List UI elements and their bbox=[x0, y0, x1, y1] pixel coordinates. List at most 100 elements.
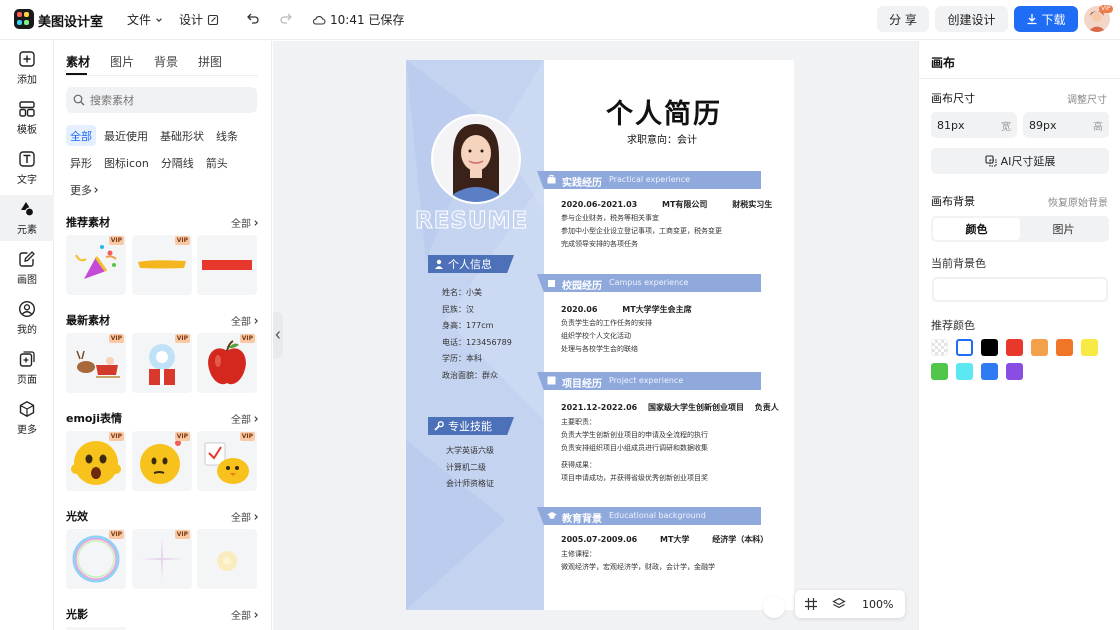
undo-icon[interactable] bbox=[246, 11, 260, 25]
help-button[interactable] bbox=[763, 596, 785, 618]
width-field[interactable]: 81px 宽 bbox=[931, 112, 1017, 138]
resume-photo[interactable] bbox=[431, 114, 521, 204]
wrench-icon bbox=[434, 421, 444, 431]
asset-red-apple[interactable]: VIP bbox=[197, 333, 257, 393]
current-bg-color-field[interactable] bbox=[932, 277, 1108, 302]
resume-page[interactable]: RESUME 个人信息 姓名：小美 民族：汉 身高：177cm 电话：12345… bbox=[406, 60, 794, 610]
file-menu[interactable]: 文件 bbox=[127, 11, 163, 28]
asset-bubble-ring[interactable]: VIP bbox=[66, 529, 126, 589]
swatch-black[interactable] bbox=[981, 339, 998, 356]
tab-materials[interactable]: 素材 bbox=[66, 53, 90, 70]
chevron-right-icon bbox=[254, 317, 258, 324]
adjust-size-link[interactable]: 调整尺寸 bbox=[1067, 91, 1107, 106]
asset-red-bar[interactable] bbox=[197, 235, 257, 295]
tab-collage[interactable]: 拼图 bbox=[198, 53, 222, 70]
head-role: 负责人 bbox=[754, 403, 779, 412]
section-title: 实践经历 bbox=[562, 178, 602, 189]
app-logo-icon[interactable] bbox=[14, 9, 34, 29]
asset-thinking-emoji[interactable]: VIP bbox=[132, 431, 192, 491]
chip-all[interactable]: 全部 bbox=[66, 125, 96, 146]
seg-image[interactable]: 图片 bbox=[1020, 218, 1107, 240]
swatch-cyan[interactable] bbox=[956, 363, 973, 380]
redo-icon[interactable] bbox=[279, 11, 293, 25]
seg-color[interactable]: 颜色 bbox=[933, 218, 1020, 240]
swatch-yellow[interactable] bbox=[1081, 339, 1098, 356]
list-icon bbox=[547, 376, 556, 385]
bg-type-switch: 颜色 图片 bbox=[931, 216, 1109, 242]
collapse-panel-handle[interactable] bbox=[273, 312, 283, 358]
nav-item-mine[interactable]: 我的 bbox=[0, 295, 54, 341]
nav-label-elements: 元素 bbox=[17, 225, 37, 236]
download-button[interactable]: 下载 bbox=[1014, 6, 1078, 32]
vip-badge: VIP bbox=[108, 432, 124, 441]
swatch-red[interactable] bbox=[1006, 339, 1023, 356]
nav-item-elements[interactable]: 元素 bbox=[0, 195, 54, 241]
create-design-button[interactable]: 创建设计 bbox=[935, 6, 1008, 32]
grid-icon[interactable] bbox=[804, 597, 818, 611]
nav-item-more[interactable]: 更多 bbox=[0, 395, 54, 441]
chip-recent[interactable]: 最近使用 bbox=[100, 125, 152, 146]
asset-yellow-brush-stroke[interactable]: VIP bbox=[132, 235, 192, 295]
swatch-transparent[interactable] bbox=[931, 339, 948, 356]
chip-lines[interactable]: 线条 bbox=[212, 125, 242, 146]
swatch-white[interactable] bbox=[956, 339, 973, 356]
download-icon bbox=[1027, 14, 1037, 25]
chip-dividers[interactable]: 分隔线 bbox=[157, 152, 198, 173]
swatch-light-orange[interactable] bbox=[1031, 339, 1048, 356]
width-unit: 宽 bbox=[1001, 121, 1011, 133]
see-all-light-shadow[interactable]: 全部 bbox=[231, 607, 260, 622]
swatch-green[interactable] bbox=[931, 363, 948, 380]
nav-item-text[interactable]: 文字 bbox=[0, 145, 54, 191]
design-menu[interactable]: 设计 bbox=[179, 11, 219, 28]
asset-soft-glow[interactable] bbox=[197, 529, 257, 589]
tab-images[interactable]: 图片 bbox=[110, 53, 134, 70]
search-input[interactable] bbox=[90, 93, 240, 107]
nav-item-page[interactable]: 页面 bbox=[0, 345, 54, 391]
section-line: 负责大学生创新创业项目的申请及全流程的执行 bbox=[561, 431, 708, 439]
nav-item-add[interactable]: 添加 bbox=[0, 45, 54, 91]
nav-item-template[interactable]: 模板 bbox=[0, 95, 54, 141]
swatch-purple[interactable] bbox=[1006, 363, 1023, 380]
file-menu-label: 文件 bbox=[127, 13, 152, 27]
zoom-level[interactable]: 100% bbox=[862, 598, 893, 611]
asset-sparkle-star[interactable]: VIP bbox=[132, 529, 192, 589]
height-field[interactable]: 89px 高 bbox=[1023, 112, 1109, 138]
plus-square-icon bbox=[19, 51, 35, 67]
asset-search[interactable] bbox=[66, 87, 257, 113]
layers-icon[interactable] bbox=[832, 597, 846, 611]
tab-backgrounds[interactable]: 背景 bbox=[154, 53, 178, 70]
see-all-recommended[interactable]: 全部 bbox=[231, 215, 260, 230]
section-header-campus: 校园经历 Campus experience bbox=[537, 274, 761, 292]
app-name: 美图设计室 bbox=[38, 15, 104, 30]
nav-item-draw[interactable]: 画图 bbox=[0, 245, 54, 291]
graduation-cap-icon bbox=[547, 512, 557, 519]
ai-resize-icon bbox=[985, 155, 997, 167]
chip-arrows[interactable]: 箭头 bbox=[202, 152, 232, 173]
restore-bg-link[interactable]: 恢复原始背景 bbox=[1048, 194, 1108, 209]
asset-party-popper[interactable]: VIP bbox=[66, 235, 126, 295]
asset-scared-emoji[interactable]: VIP bbox=[66, 431, 126, 491]
section-line: 微观经济学，宏观经济学，财政，会计学，金融学 bbox=[561, 563, 715, 571]
share-button[interactable]: 分 享 bbox=[877, 6, 929, 32]
chip-more[interactable]: 更多 bbox=[66, 179, 104, 200]
section-lines: 主修课程： 微观经济学，宏观经济学，财政，会计学，金融学 bbox=[561, 548, 715, 574]
chevron-right-icon bbox=[254, 513, 258, 520]
info-phone: 电话：123456789 bbox=[442, 337, 512, 347]
asset-snow-globe-gift[interactable]: VIP bbox=[132, 333, 192, 393]
asset-chick-emoji[interactable]: VIP bbox=[197, 431, 257, 491]
see-all-emoji[interactable]: 全部 bbox=[231, 411, 260, 426]
swatch-blue[interactable] bbox=[981, 363, 998, 380]
info-political: 政治面貌：群众 bbox=[442, 370, 498, 380]
head-date: 2005.07-2009.06 bbox=[561, 535, 638, 544]
asset-reindeer-sleigh[interactable]: VIP bbox=[66, 333, 126, 393]
chip-basic-shapes[interactable]: 基础形状 bbox=[156, 125, 208, 146]
see-all-latest[interactable]: 全部 bbox=[231, 313, 260, 328]
chip-special-shapes[interactable]: 异形 bbox=[66, 152, 96, 173]
info-height: 身高：177cm bbox=[442, 321, 494, 330]
ai-size-extend-button[interactable]: AI尺寸延展 bbox=[931, 148, 1109, 174]
chip-icons[interactable]: 图标icon bbox=[100, 152, 153, 173]
download-label: 下载 bbox=[1041, 12, 1066, 27]
swatch-orange[interactable] bbox=[1056, 339, 1073, 356]
see-all-light-effects[interactable]: 全部 bbox=[231, 509, 260, 524]
section-title-en: Campus experience bbox=[609, 278, 689, 287]
